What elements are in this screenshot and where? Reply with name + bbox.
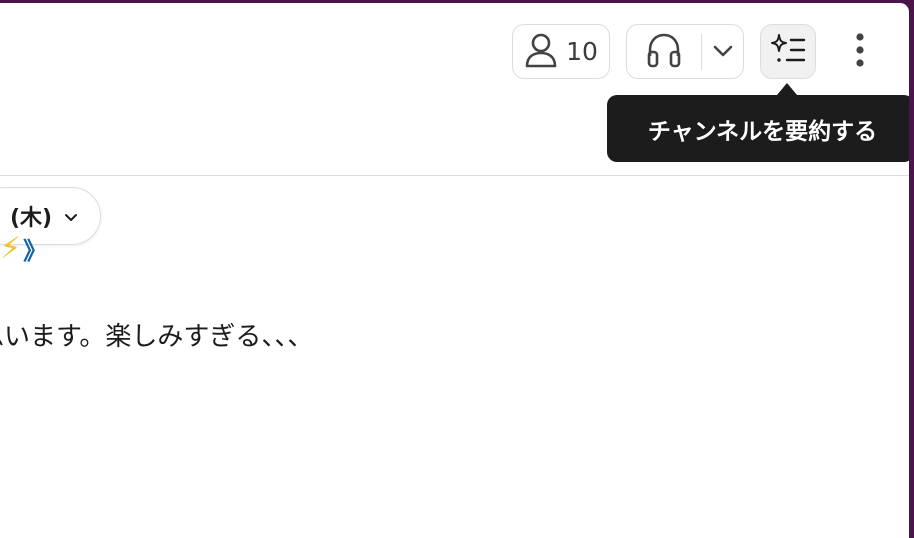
headphones-icon xyxy=(645,32,683,72)
header-divider xyxy=(0,175,909,176)
chevron-down-icon xyxy=(64,207,78,226)
summarize-tooltip: チャンネルを要約する xyxy=(607,95,909,162)
sparkle-list-icon xyxy=(770,33,806,71)
person-icon xyxy=(524,32,558,72)
message-text: 思います。楽しみすぎる、、、 xyxy=(0,322,314,352)
huddle-options-button[interactable] xyxy=(702,25,743,78)
lightning-emoji: ⚡ xyxy=(0,230,22,266)
channel-header: 10 チャンネルを要約する xyxy=(0,3,909,175)
tooltip-arrow xyxy=(777,83,797,95)
more-vertical-icon xyxy=(855,32,865,72)
members-button[interactable]: 10 xyxy=(512,24,610,79)
more-options-button[interactable] xyxy=(838,29,882,75)
members-count: 10 xyxy=(566,37,598,66)
summarize-channel-button[interactable] xyxy=(760,24,816,79)
channel-window: 10 チャンネルを要約する (木) ⚡ 》 思います。楽しみすぎる、、、 xyxy=(0,3,909,538)
link-bracket: 》 xyxy=(23,236,48,265)
huddle-button[interactable] xyxy=(627,25,701,78)
message-link-line: 発信 ⚡ 》 xyxy=(0,228,47,268)
huddle-button-group xyxy=(626,24,744,79)
chevron-down-icon xyxy=(713,42,733,61)
